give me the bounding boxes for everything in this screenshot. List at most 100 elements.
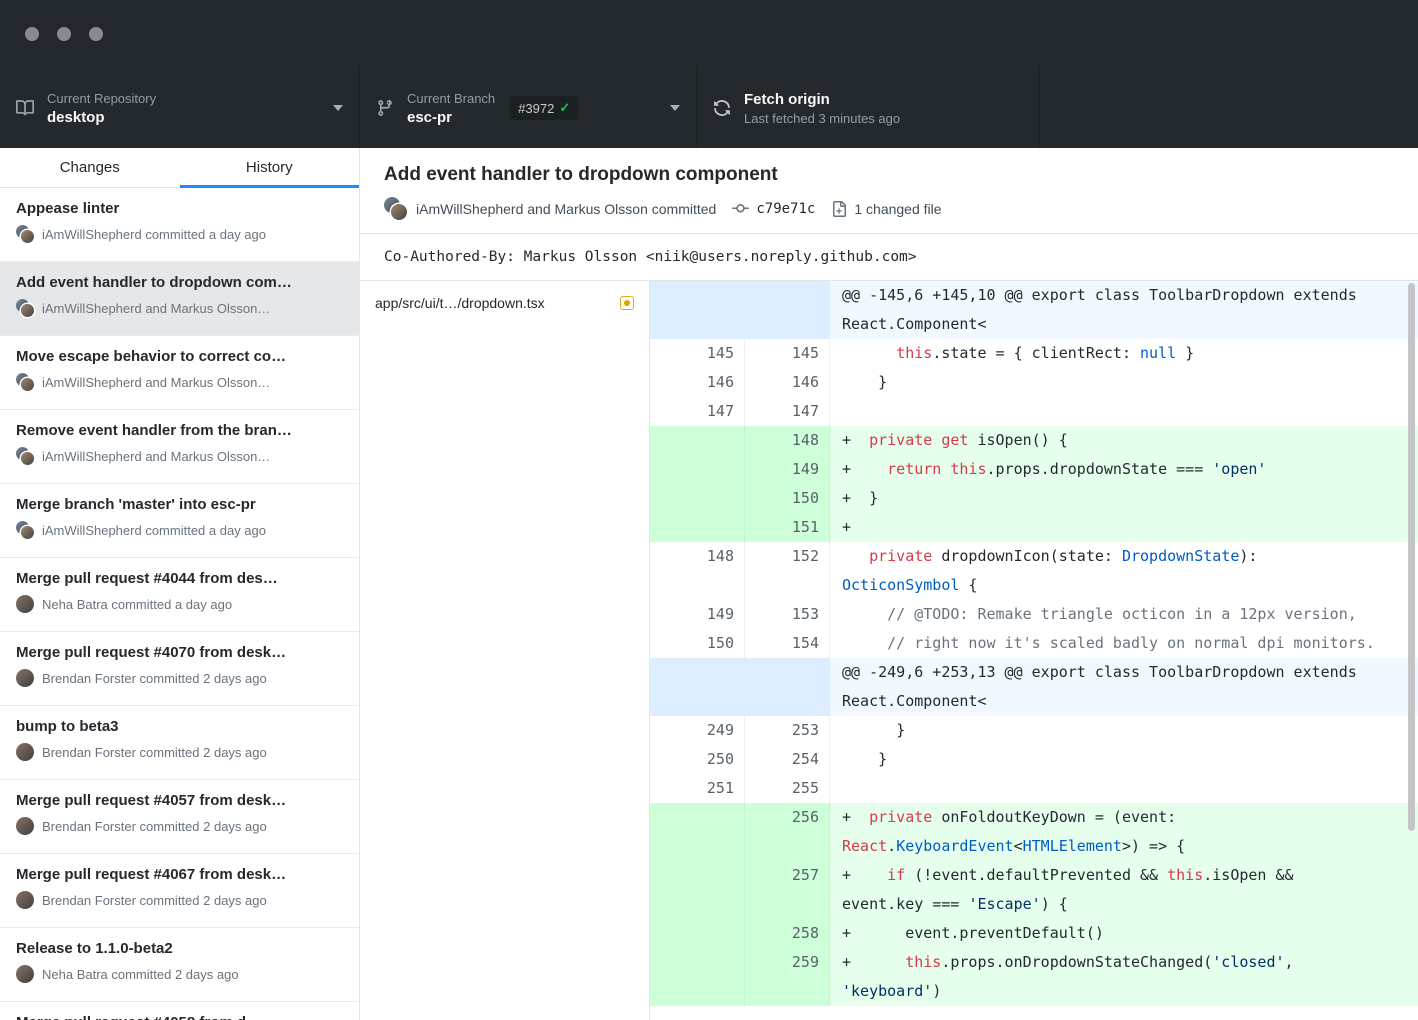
diff-code-text: + private get isOpen() {	[842, 426, 1375, 455]
commit-meta: iAmWillShepherd and Markus Olsson commit…	[384, 197, 1394, 220]
diff-old-line-number: 147	[650, 397, 745, 426]
commit-item-title: Add event handler to dropdown com…	[16, 273, 343, 293]
diff-code	[830, 774, 1418, 803]
diff-old-line-number	[650, 426, 745, 455]
diff-code: // right now it's scaled badly on normal…	[830, 629, 1418, 658]
diff-code-text: this.state = { clientRect: null }	[842, 339, 1375, 368]
tab-history[interactable]: History	[180, 148, 360, 187]
commit-list-item[interactable]: Merge pull request #4044 from des… Neha B…	[0, 558, 359, 632]
diff-new-line-number: 258	[745, 919, 830, 948]
diff-line: 257+ if (!event.defaultPrevented && this…	[650, 861, 1418, 919]
repository-selector-button[interactable]: Current Repository desktop	[0, 68, 360, 148]
sidebar: Changes History Appease linteriAmWillShe…	[0, 148, 360, 1020]
commit-list-item[interactable]: Merge branch 'master' into esc-priAmWill…	[0, 484, 359, 558]
diff-old-line-number: 250	[650, 745, 745, 774]
scrollbar-thumb[interactable]	[1408, 283, 1415, 831]
traffic-light-close-button[interactable]	[25, 27, 39, 41]
diff-line: 150154 // right now it's scaled badly on…	[650, 629, 1418, 658]
commit-item-meta: iAmWillShepherd and Markus Olsson…	[16, 447, 343, 465]
commit-list-item[interactable]: Merge pull request #4070 from desk…Brend…	[0, 632, 359, 706]
chevron-down-icon	[333, 105, 343, 111]
commit-list-item[interactable]: Move escape behavior to correct co…iAmWi…	[0, 336, 359, 410]
diff-old-line-number: 146	[650, 368, 745, 397]
commit-item-byline: Neha Batra committed a day ago	[42, 597, 232, 612]
diff-old-line-number: 150	[650, 629, 745, 658]
traffic-light-zoom-button[interactable]	[89, 27, 103, 41]
avatar	[16, 373, 34, 391]
fetch-origin-button[interactable]: Fetch origin Last fetched 3 minutes ago	[697, 68, 1040, 148]
diff-code: @@ -145,6 +145,10 @@ export class Toolba…	[830, 281, 1418, 339]
changed-file-icon	[831, 201, 847, 217]
content: Changes History Appease linteriAmWillShe…	[0, 148, 1418, 1020]
diff-code-text: + event.preventDefault()	[842, 919, 1375, 948]
commit-item-title: Merge pull request #4058 from d…	[16, 1013, 343, 1020]
diff-code: }	[830, 716, 1418, 745]
commit-list-item[interactable]: Merge pull request #4057 from desk…Brend…	[0, 780, 359, 854]
diff-code-text: + return this.props.dropdownState === 'o…	[842, 455, 1375, 484]
github-desktop-window: Current Repository desktop Current Branc…	[0, 0, 1418, 1020]
diff-code: + if (!event.defaultPrevented && this.is…	[830, 861, 1418, 919]
avatar	[16, 299, 34, 317]
commit-header: Add event handler to dropdown component …	[360, 148, 1418, 234]
commit-title: Add event handler to dropdown component	[384, 163, 1394, 187]
diff-new-line-number: 145	[745, 339, 830, 368]
branch-selector-text: Current Branch esc-pr	[407, 91, 495, 126]
commit-item-title: Merge pull request #4044 from des…	[16, 569, 343, 589]
branch-selector-button[interactable]: Current Branch esc-pr #3972 ✓	[360, 68, 697, 148]
commit-item-byline: Brendan Forster committed 2 days ago	[42, 819, 267, 834]
repo-icon	[16, 99, 34, 117]
commit-item-meta: iAmWillShepherd committed a day ago	[16, 521, 343, 539]
diff-code-text: + private onFoldoutKeyDown = (event: Rea…	[842, 803, 1375, 861]
commit-list-item[interactable]: bump to beta3Brendan Forster committed 2…	[0, 706, 359, 780]
avatar	[16, 817, 34, 835]
commit-item-byline: iAmWillShepherd and Markus Olsson…	[42, 449, 270, 464]
diff-hunk-header: @@ -145,6 +145,10 @@ export class Toolba…	[650, 281, 1418, 339]
avatar	[16, 669, 34, 687]
avatar-photo	[21, 304, 34, 317]
file-item[interactable]: app/src/ui/t…/dropdown.tsx	[360, 281, 649, 325]
git-branch-icon	[376, 99, 394, 117]
diff-code: private dropdownIcon(state: DropdownStat…	[830, 542, 1418, 600]
diff-old-line-number	[650, 484, 745, 513]
commit-list-item[interactable]: Merge pull request #4067 from desk…Brend…	[0, 854, 359, 928]
tab-changes[interactable]: Changes	[0, 148, 180, 187]
commit-item-title: Move escape behavior to correct co…	[16, 347, 343, 367]
toolbar: Current Repository desktop Current Branc…	[0, 68, 1418, 148]
diff-line: 149+ return this.props.dropdownState ===…	[650, 455, 1418, 484]
diff-old-line-number	[650, 803, 745, 861]
diff-line: 256+ private onFoldoutKeyDown = (event: …	[650, 803, 1418, 861]
commit-item-meta: Brendan Forster committed 2 days ago	[16, 817, 343, 835]
diff-old-line-number	[650, 281, 745, 339]
diff-code-text: + if (!event.defaultPrevented && this.is…	[842, 861, 1375, 919]
diff-new-line-number: 257	[745, 861, 830, 919]
diff-line: 148152 private dropdownIcon(state: Dropd…	[650, 542, 1418, 600]
diff-old-line-number	[650, 658, 745, 716]
traffic-light-minimize-button[interactable]	[57, 27, 71, 41]
diff-code: + }	[830, 484, 1418, 513]
diff-code-text: // @TODO: Remake triangle octicon in a 1…	[842, 600, 1375, 629]
diff-new-line-number: 150	[745, 484, 830, 513]
diff-old-line-number	[650, 919, 745, 948]
commit-sha: c79e71c	[756, 201, 815, 217]
diff-line: 148+ private get isOpen() {	[650, 426, 1418, 455]
diff-hunk-header: @@ -249,6 +253,13 @@ export class Toolba…	[650, 658, 1418, 716]
commit-list-item[interactable]: Release to 1.1.0-beta2Neha Batra committ…	[0, 928, 359, 1002]
sidebar-tabs: Changes History	[0, 148, 359, 188]
branch-name: esc-pr	[407, 109, 495, 126]
diff-new-line-number: 255	[745, 774, 830, 803]
diff-code-text: @@ -249,6 +253,13 @@ export class Toolba…	[842, 658, 1375, 716]
commit-list-item[interactable]: Appease linteriAmWillShepherd committed …	[0, 188, 359, 262]
avatar	[16, 743, 34, 761]
commit-item-meta: Brendan Forster committed 2 days ago	[16, 891, 343, 909]
diff-code	[830, 397, 1418, 426]
commit-description: Co-Authored-By: Markus Olsson <niik@user…	[360, 234, 1418, 281]
commit-item-title: Release to 1.1.0-beta2	[16, 939, 343, 959]
commit-item-meta: iAmWillShepherd committed a day ago	[16, 225, 343, 243]
diff-line: 147147	[650, 397, 1418, 426]
diff-code-text: // right now it's scaled badly on normal…	[842, 629, 1375, 658]
commit-list-item[interactable]: Merge pull request #4058 from d…	[0, 1002, 359, 1020]
commit-list-item[interactable]: Remove event handler from the bran…iAmWi…	[0, 410, 359, 484]
commit-item-title: bump to beta3	[16, 717, 343, 737]
diff-code-text: }	[842, 368, 1375, 397]
commit-list-item[interactable]: Add event handler to dropdown com…iAmWil…	[0, 262, 359, 336]
